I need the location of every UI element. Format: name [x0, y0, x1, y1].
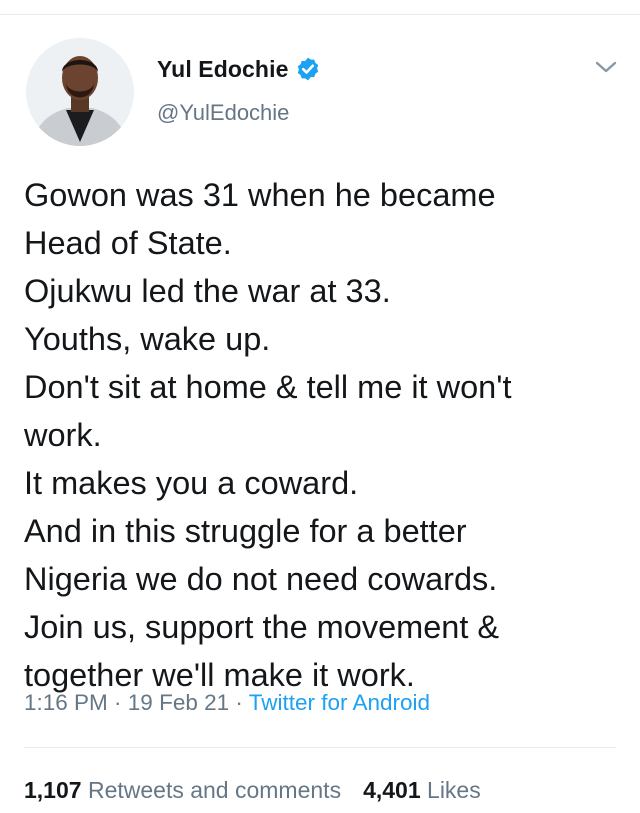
- tweet-text: Gowon was 31 when he became Head of Stat…: [24, 171, 614, 699]
- tweet-source-link[interactable]: Twitter for Android: [249, 690, 430, 715]
- tweet-line: Head of State.: [24, 225, 232, 261]
- stats-divider: [24, 747, 616, 748]
- retweets-label: Retweets and comments: [87, 777, 342, 803]
- top-divider: [0, 14, 640, 15]
- likes-stat[interactable]: 4,401 Likes: [363, 777, 481, 803]
- tweet-line: Don't sit at home & tell me it won't: [24, 369, 512, 405]
- avatar[interactable]: [26, 38, 134, 146]
- tweet-line: And in this struggle for a better: [24, 513, 467, 549]
- tweet-stats: 1,107 Retweets and comments 4,401 Likes: [24, 777, 481, 804]
- tweet-line: It makes you a coward.: [24, 465, 359, 501]
- chevron-down-icon[interactable]: [592, 56, 620, 78]
- likes-label: Likes: [427, 777, 481, 803]
- meta-separator: ·: [229, 690, 249, 715]
- retweets-count: 1,107: [24, 777, 82, 803]
- tweet-line: work.: [24, 417, 102, 453]
- tweet-line: Ojukwu led the war at 33.: [24, 273, 391, 309]
- meta-separator: ·: [107, 690, 128, 715]
- tweet-line: Gowon was 31 when he became: [24, 177, 496, 213]
- tweet-line: Nigeria we do not need cowards.: [24, 561, 498, 597]
- avatar-image: [26, 38, 134, 146]
- author-handle[interactable]: @YulEdochie: [157, 100, 289, 126]
- tweet-line: Join us, support the movement &: [24, 609, 500, 645]
- author-name-row[interactable]: Yul Edochie: [157, 54, 321, 84]
- tweet-line: Youths, wake up.: [24, 321, 271, 357]
- retweets-stat[interactable]: 1,107 Retweets and comments: [24, 777, 341, 803]
- likes-count: 4,401: [363, 777, 421, 803]
- tweet-date[interactable]: 19 Feb 21: [128, 690, 229, 715]
- tweet-meta: 1:16 PM · 19 Feb 21 · Twitter for Androi…: [24, 690, 430, 716]
- display-name[interactable]: Yul Edochie: [157, 56, 288, 83]
- verified-badge-icon: [295, 56, 321, 82]
- tweet-time[interactable]: 1:16 PM: [24, 690, 108, 715]
